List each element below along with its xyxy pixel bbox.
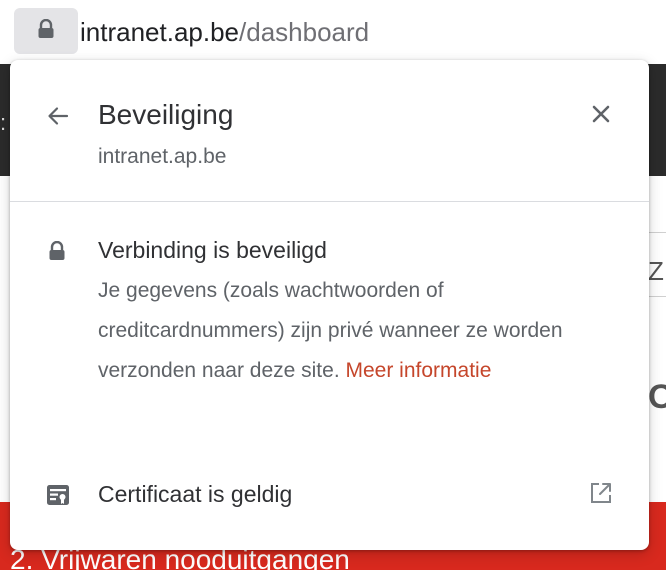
connection-description: Je gegevens (zoals wachtwoorden of credi… [98, 271, 568, 391]
lock-icon [48, 240, 66, 266]
url-field[interactable]: intranet.ap.be/dashboard [80, 14, 369, 50]
popup-header: Beveiliging intranet.ap.be [10, 60, 649, 202]
url-domain: intranet.ap.be [80, 17, 240, 47]
back-button[interactable] [40, 100, 76, 136]
certificate-row[interactable]: Certificaat is geldig [10, 470, 649, 520]
arrow-left-icon [46, 104, 70, 133]
certificate-icon [46, 483, 70, 512]
popup-title: Beveiliging [98, 99, 234, 130]
external-link-icon[interactable] [590, 482, 612, 509]
connection-status-title: Verbinding is beveiligd [98, 237, 327, 263]
background-text-fragment: O [648, 378, 666, 416]
url-path: /dashboard [239, 17, 370, 47]
certificate-label: Certificaat is geldig [98, 481, 293, 507]
connection-description-text: Je gegevens (zoals wachtwoorden of credi… [98, 279, 563, 382]
popup-subtitle: intranet.ap.be [98, 145, 227, 168]
close-button[interactable] [583, 98, 619, 134]
lock-icon [37, 18, 55, 44]
site-info-button[interactable] [14, 8, 78, 54]
more-info-link[interactable]: Meer informatie [346, 359, 492, 382]
address-bar: intranet.ap.be/dashboard [0, 0, 666, 64]
close-icon [591, 104, 611, 129]
background-header-fragment: : [0, 110, 7, 135]
background-text-fragment: Z [648, 256, 664, 286]
security-popup: Beveiliging intranet.ap.be Verbinding is… [10, 60, 649, 550]
